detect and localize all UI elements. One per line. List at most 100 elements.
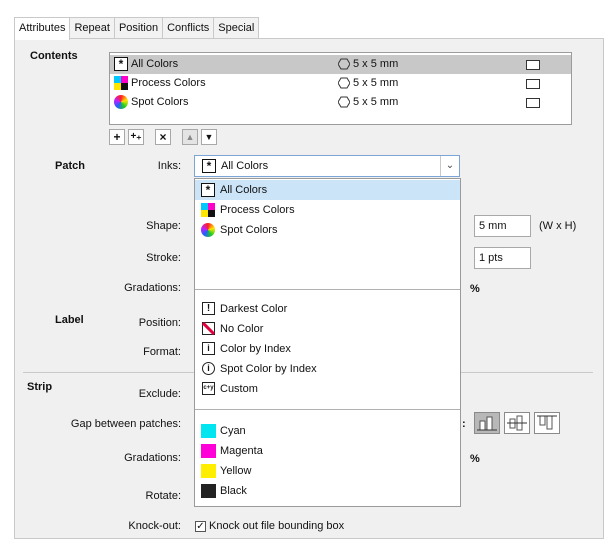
attributes-panel: Contents * All Colors 5 x 5 mm Process C…: [14, 38, 604, 539]
rectangle-icon: [526, 98, 540, 108]
dropdown-item-label: Color by Index: [220, 343, 291, 355]
move-up-button[interactable]: ▲: [182, 129, 198, 145]
all-colors-icon: *: [114, 57, 128, 71]
darkest-color-icon: !: [202, 302, 215, 315]
dropdown-item-custom[interactable]: c+y Custom: [195, 379, 460, 399]
dropdown-item-yellow[interactable]: Yellow: [195, 461, 460, 481]
move-down-button[interactable]: ▼: [201, 129, 217, 145]
inks-label: Inks:: [157, 160, 181, 172]
dropdown-item-label: Process Colors: [220, 204, 295, 216]
gradations-unit: %: [470, 283, 480, 295]
row-name: Process Colors: [131, 77, 206, 89]
dropdown-item-cyan[interactable]: Cyan: [195, 421, 460, 441]
gap-label: Gap between patches:: [70, 418, 181, 430]
tab-position[interactable]: Position: [113, 17, 164, 38]
add-multiple-button[interactable]: +₊: [128, 129, 144, 145]
rectangle-icon: [526, 60, 540, 70]
delete-button[interactable]: ×: [155, 129, 171, 145]
chevron-down-icon[interactable]: ⌄: [440, 156, 459, 176]
hexagon-icon: [338, 77, 350, 89]
rotate-label: Rotate:: [145, 490, 181, 502]
gradations-label: Gradations:: [124, 282, 181, 294]
align-center-button[interactable]: [504, 412, 530, 434]
shape-size-field[interactable]: 5 mm: [474, 215, 531, 237]
align-bottom-button[interactable]: [474, 412, 500, 434]
dropdown-separator: [195, 289, 460, 290]
black-swatch: [201, 484, 216, 498]
cyan-swatch: [201, 424, 216, 438]
custom-icon: c+y: [202, 382, 215, 395]
dropdown-item-label: Magenta: [220, 445, 263, 457]
patch-heading: Patch: [55, 160, 85, 172]
label-heading: Label: [55, 314, 84, 326]
spot-colors-icon: [201, 223, 215, 237]
dropdown-item-spot-color-by-index[interactable]: i Spot Color by Index: [195, 359, 460, 379]
spot-colors-icon: [114, 95, 128, 109]
add-button[interactable]: +: [109, 129, 125, 145]
tab-conflicts[interactable]: Conflicts: [162, 17, 215, 38]
align-bottom-icon: [477, 416, 497, 431]
list-item[interactable]: * All Colors 5 x 5 mm: [110, 55, 571, 74]
dropdown-item-process-colors[interactable]: Process Colors: [195, 200, 460, 220]
dropdown-item-no-color[interactable]: No Color: [195, 319, 460, 339]
strip-gradations-label: Gradations:: [124, 452, 181, 464]
row-size: 5 x 5 mm: [353, 96, 399, 108]
row-name: All Colors: [131, 58, 179, 70]
dropdown-item-all-colors[interactable]: * All Colors: [195, 180, 460, 200]
align-top-button[interactable]: [534, 412, 560, 434]
dropdown-item-color-by-index[interactable]: i Color by Index: [195, 339, 460, 359]
color-by-index-icon: i: [202, 342, 215, 355]
dropdown-item-black[interactable]: Black: [195, 481, 460, 501]
dropdown-item-label: Yellow: [220, 465, 252, 477]
tab-bar: Attributes Repeat Position Conflicts Spe…: [14, 17, 260, 40]
dropdown-item-label: Custom: [220, 383, 258, 395]
dropdown-item-darkest-color[interactable]: ! Darkest Color: [195, 299, 460, 319]
dropdown-item-label: Spot Color by Index: [220, 363, 317, 375]
dropdown-item-label: No Color: [220, 323, 264, 335]
dropdown-separator: [195, 409, 460, 410]
stroke-label: Stroke:: [146, 252, 181, 264]
align-top-icon: [537, 415, 557, 430]
yellow-swatch: [201, 464, 216, 478]
shape-unit: (W x H): [539, 220, 577, 232]
spot-color-by-index-icon: i: [202, 362, 215, 375]
align-center-icon: [507, 415, 527, 431]
strip-gradations-unit: %: [470, 453, 480, 465]
all-colors-icon: *: [201, 183, 215, 197]
tab-special[interactable]: Special: [213, 17, 260, 38]
process-colors-icon: [114, 76, 128, 90]
inks-dropdown-list[interactable]: * All Colors Process Colors Spot Colors …: [194, 178, 461, 507]
all-colors-icon: *: [202, 159, 216, 173]
tab-attributes[interactable]: Attributes: [14, 17, 71, 40]
knockout-label: Knock-out:: [128, 520, 181, 532]
knockout-checkbox[interactable]: ✓: [195, 521, 206, 532]
stroke-field[interactable]: 1 pts: [474, 247, 531, 269]
shape-label: Shape:: [146, 220, 181, 232]
dropdown-item-label: Black: [220, 485, 247, 497]
hexagon-icon: [338, 96, 350, 108]
exclude-label: Exclude:: [138, 388, 181, 400]
row-size: 5 x 5 mm: [353, 58, 399, 70]
list-item[interactable]: Spot Colors 5 x 5 mm: [110, 93, 571, 112]
list-item[interactable]: Process Colors 5 x 5 mm: [110, 74, 571, 93]
strip-heading: Strip: [27, 381, 53, 393]
position-label: Position:: [138, 317, 181, 329]
row-size: 5 x 5 mm: [353, 77, 399, 89]
dropdown-item-label: All Colors: [220, 184, 268, 196]
no-color-icon: [202, 322, 215, 335]
gap-colon: :: [462, 418, 466, 430]
dropdown-item-label: Darkest Color: [220, 303, 288, 315]
inks-select[interactable]: * All Colors ⌄: [194, 155, 460, 177]
inks-value: All Colors: [221, 160, 269, 172]
knockout-checkbox-label: Knock out file bounding box: [209, 520, 345, 532]
dropdown-item-label: Spot Colors: [220, 224, 278, 236]
contents-list[interactable]: * All Colors 5 x 5 mm Process Colors 5 x…: [109, 52, 572, 125]
dropdown-item-spot-colors[interactable]: Spot Colors: [195, 220, 460, 240]
magenta-swatch: [201, 444, 216, 458]
rectangle-icon: [526, 79, 540, 89]
dropdown-item-label: Cyan: [220, 425, 246, 437]
format-label: Format:: [143, 346, 181, 358]
row-name: Spot Colors: [131, 96, 189, 108]
tab-repeat[interactable]: Repeat: [69, 17, 115, 38]
dropdown-item-magenta[interactable]: Magenta: [195, 441, 460, 461]
